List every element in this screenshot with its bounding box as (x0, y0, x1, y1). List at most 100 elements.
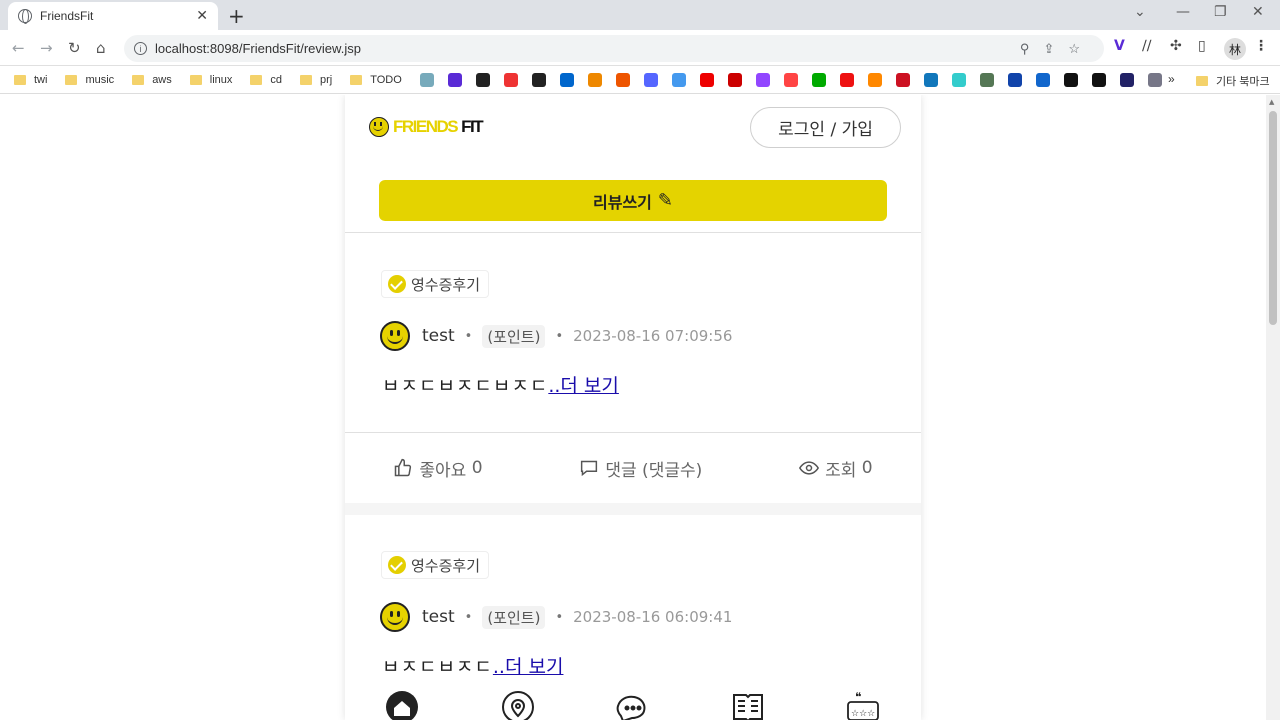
bookmark-folder[interactable]: twi (14, 74, 47, 86)
bookmark-favicon-icon[interactable] (419, 72, 434, 87)
bookmark-favicon-icon[interactable] (811, 72, 826, 87)
close-icon[interactable]: ✕ (196, 8, 208, 24)
extension-icon[interactable]: ∕∕ (1142, 38, 1151, 54)
home-icon[interactable] (385, 690, 419, 720)
bookmark-favicon-icon[interactable] (671, 72, 686, 87)
bookmark-favicon-icon[interactable] (895, 72, 910, 87)
smiley-icon (369, 117, 389, 137)
minimize-icon[interactable]: — (1176, 4, 1190, 20)
comment-button[interactable]: 댓글 (댓글수) (579, 456, 702, 481)
avatar[interactable] (380, 321, 410, 351)
bookmark-favicon-icon[interactable] (475, 72, 490, 87)
review-content: ㅂㅈㄷㅂㅈㄷ..더 보기 (382, 656, 564, 678)
author-name[interactable]: test (422, 607, 455, 627)
read-more-link[interactable]: ..더 보기 (493, 656, 564, 678)
omnibox-actions[interactable]: ⚲⇪☆ (1020, 41, 1094, 57)
globe-icon (18, 9, 32, 24)
menu-icon[interactable]: ⋮ (1254, 38, 1268, 54)
sidepanel-icon[interactable]: ▯ (1198, 38, 1206, 54)
folder-icon (300, 74, 312, 85)
bookmark-folder[interactable]: aws (132, 74, 172, 86)
bookmark-favicon-icon[interactable] (559, 72, 574, 87)
bookmark-favicon-icon[interactable] (1035, 72, 1050, 87)
page-scrollbar[interactable]: ▲ (1266, 95, 1280, 720)
bookmark-folder[interactable]: prj (300, 74, 332, 86)
new-tab-icon[interactable]: + (228, 4, 245, 28)
zoom-icon[interactable]: ⚲ (1020, 41, 1044, 56)
read-more-link[interactable]: ..더 보기 (548, 375, 619, 397)
browser-tab[interactable]: FriendsFit ✕ (8, 2, 218, 30)
avatar[interactable] (380, 602, 410, 632)
review-type-badge: 영수증후기 (381, 270, 490, 298)
bookmark-favicon-icon[interactable] (755, 72, 770, 87)
bookmark-folder[interactable]: music (65, 74, 114, 86)
chat-icon[interactable] (615, 690, 651, 720)
folder-icon (189, 74, 202, 85)
bookmark-favicon-icon[interactable] (699, 72, 714, 87)
folder-icon (250, 74, 263, 85)
forward-icon[interactable]: → (40, 39, 53, 57)
review-author-row: test • (포인트) • 2023-08-16 07:09:56 (380, 321, 732, 351)
write-review-button[interactable]: 리뷰쓰기 ✎ (379, 180, 887, 221)
bookmark-favicon-icon[interactable] (1091, 72, 1106, 87)
bookmark-icons (419, 72, 1176, 87)
extension-v-icon[interactable]: V (1114, 38, 1125, 54)
window-close-icon[interactable]: ✕ (1252, 4, 1264, 20)
bookmark-favicon-icon[interactable] (783, 72, 798, 87)
avatar[interactable]: 林 (1224, 38, 1246, 60)
bookmark-folder[interactable]: TODO (350, 74, 402, 86)
bookmark-folder[interactable]: linux (189, 74, 232, 86)
bookmarks-bar: twi music aws linux cd prj TODO » 기타 북마크 (0, 66, 1280, 94)
tab-title: FriendsFit (40, 9, 94, 23)
puzzle-icon[interactable]: ✣ (1170, 38, 1182, 54)
bookmark-favicon-icon[interactable] (503, 72, 518, 87)
restore-icon[interactable]: ❐ (1214, 4, 1227, 20)
scroll-up-icon[interactable]: ▲ (1269, 98, 1274, 106)
bookmark-favicon-icon[interactable] (1147, 72, 1162, 87)
bookmark-favicon-icon[interactable] (1119, 72, 1134, 87)
svg-text:❝: ❝ (855, 690, 861, 704)
bookmark-favicon-icon[interactable] (1007, 72, 1022, 87)
bookmark-favicon-icon[interactable] (951, 72, 966, 87)
separator-dot: • (555, 328, 564, 344)
bookmark-folder[interactable]: cd (250, 74, 282, 86)
book-icon[interactable] (731, 690, 765, 720)
reload-icon[interactable]: ↻ (68, 39, 81, 57)
location-icon[interactable] (501, 690, 535, 720)
bookmark-favicon-icon[interactable] (923, 72, 938, 87)
separator-dot: • (464, 328, 473, 344)
bookmark-favicon-icon[interactable] (979, 72, 994, 87)
chevron-down-icon[interactable]: ⌄ (1134, 4, 1146, 20)
bookmark-favicon-icon[interactable] (615, 72, 630, 87)
home-icon[interactable]: ⌂ (96, 39, 106, 57)
bottom-nav: ☆☆☆ ❝ (345, 690, 921, 720)
author-name[interactable]: test (422, 326, 455, 346)
review-content: ㅂㅈㄷㅂㅈㄷㅂㅈㄷ..더 보기 (382, 375, 619, 397)
share-icon[interactable]: ⇪ (1043, 41, 1068, 56)
point-badge: (포인트) (482, 324, 546, 348)
like-button[interactable]: 좋아요 0 (393, 456, 483, 481)
scrollbar-thumb[interactable] (1269, 111, 1277, 325)
bookmark-favicon-icon[interactable] (587, 72, 602, 87)
bookmarks-more-icon[interactable]: » (1168, 72, 1175, 86)
star-icon[interactable]: ☆ (1068, 41, 1094, 56)
bookmark-favicon-icon[interactable] (447, 72, 462, 87)
review-date: 2023-08-16 06:09:41 (573, 608, 733, 626)
bookmark-favicon-icon[interactable] (643, 72, 658, 87)
review-stars-icon[interactable]: ☆☆☆ ❝ (845, 690, 881, 720)
section-gap (345, 503, 921, 515)
bookmark-folder-other[interactable]: 기타 북마크 (1196, 73, 1270, 89)
bookmark-favicon-icon[interactable] (839, 72, 854, 87)
info-icon[interactable]: i (134, 42, 147, 55)
login-signup-button[interactable]: 로그인 / 가입 (750, 107, 901, 148)
logo[interactable]: FRIENDS FIT (369, 117, 484, 137)
back-icon[interactable]: ← (12, 39, 25, 57)
bookmark-favicon-icon[interactable] (867, 72, 882, 87)
address-toolbar: ← → ↻ ⌂ i localhost:8098/FriendsFit/revi… (0, 30, 1280, 66)
bookmark-favicon-icon[interactable] (1063, 72, 1078, 87)
bookmark-favicon-icon[interactable] (531, 72, 546, 87)
bookmark-favicon-icon[interactable] (727, 72, 742, 87)
pencil-icon: ✎ (657, 190, 673, 211)
url-bar[interactable]: i localhost:8098/FriendsFit/review.jsp ⚲… (124, 35, 1104, 62)
folder-icon (65, 74, 78, 85)
